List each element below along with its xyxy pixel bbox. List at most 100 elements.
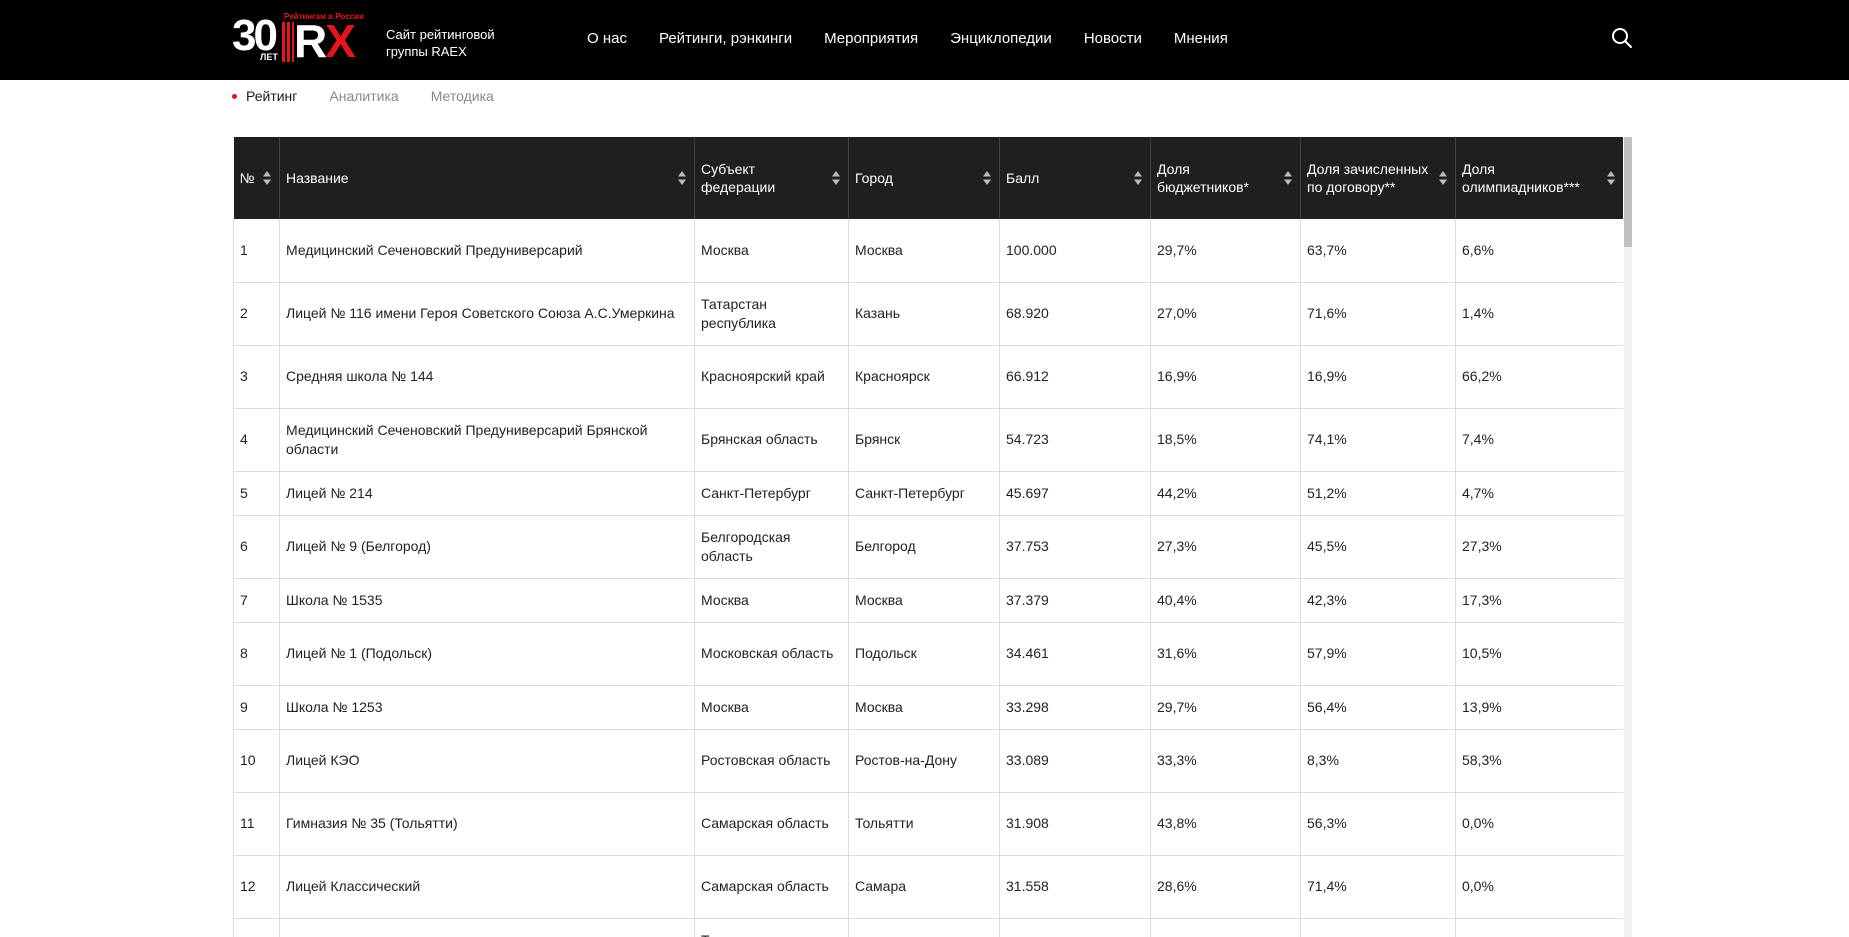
cell-num: 1 <box>233 219 280 283</box>
sort-arrows-icon[interactable] <box>832 171 840 185</box>
cell-olympiad-share: 10,5% <box>1455 622 1623 686</box>
tab-analytics[interactable]: Аналитика <box>329 88 398 104</box>
active-tab-dot <box>232 93 237 99</box>
nav-ratings[interactable]: Рейтинги, рэнкинги <box>659 30 792 47</box>
nav-encyclopedias[interactable]: Энциклопедии <box>950 30 1052 47</box>
sort-arrows-icon[interactable] <box>1439 171 1447 185</box>
cell-olympiad-share: 0,0% <box>1455 855 1623 919</box>
cell-contract-share: 45,0% <box>1300 918 1456 937</box>
main-nav: О нас Рейтинги, рэнкинги Мероприятия Энц… <box>587 0 1260 76</box>
cell-contract-share: 74,1% <box>1300 408 1456 472</box>
table-scrollbar[interactable] <box>1624 137 1632 937</box>
column-header-contract-share[interactable]: Доля зачисленных по договору** <box>1300 137 1456 219</box>
cell-budget-share: 44,2% <box>1150 471 1301 516</box>
cell-city: Тольятти <box>848 792 1000 856</box>
cell-budget-share: 29,7% <box>1150 685 1301 730</box>
cell-region: Брянская область <box>694 408 849 472</box>
cell-name[interactable]: Средняя школа № 144 <box>279 345 695 409</box>
sort-arrows-icon[interactable] <box>983 171 991 185</box>
cell-num: 11 <box>233 792 280 856</box>
nav-events[interactable]: Мероприятия <box>824 30 918 47</box>
cell-olympiad-share: 7,4% <box>1455 408 1623 472</box>
sort-arrows-icon[interactable] <box>263 171 271 185</box>
cell-name[interactable]: Медицинский Сеченовский Предуниверсарий … <box>279 408 695 472</box>
nav-about[interactable]: О нас <box>587 30 627 47</box>
tab-methodology[interactable]: Методика <box>431 88 494 104</box>
cell-num: 9 <box>233 685 280 730</box>
cell-score: 37.753 <box>999 515 1151 579</box>
raex-logo[interactable]: 30 ЛЕТ Рейтингам в России RX <box>232 12 382 67</box>
table-row: 8 Лицей № 1 (Подольск) Московская область П… <box>233 622 1623 686</box>
cell-name[interactable]: Медицинский Сеченовский Предуниверсарий <box>279 219 695 283</box>
cell-name[interactable]: Гимназия № 35 (Тольятти) <box>279 792 695 856</box>
cell-olympiad-share: 13,9% <box>1455 685 1623 730</box>
cell-score: 37.379 <box>999 578 1151 623</box>
cell-num: 2 <box>233 282 280 346</box>
cell-num: 10 <box>233 729 280 793</box>
column-header-num[interactable]: № <box>233 137 280 219</box>
cell-num: 4 <box>233 408 280 472</box>
column-header-name[interactable]: Название <box>279 137 695 219</box>
cell-region: Татарстан республика <box>694 918 849 937</box>
cell-score: 34.461 <box>999 622 1151 686</box>
cell-region: Самарская область <box>694 792 849 856</box>
table-row: 13СУНЦ IT-лицей КФУТатарстан республикаК… <box>233 918 1623 937</box>
logo-rx: RX <box>294 15 356 67</box>
table-row: 9 Школа № 1253 Москва Москва 33.298 29,7% 56,4… <box>233 685 1623 730</box>
sort-arrows-icon[interactable] <box>1284 171 1292 185</box>
cell-contract-share: 45,5% <box>1300 515 1456 579</box>
cell-name[interactable]: Лицей № 116 имени Героя Советского Союза… <box>279 282 695 346</box>
cell-contract-share: 42,3% <box>1300 578 1456 623</box>
cell-name[interactable]: СУНЦ IT-лицей КФУ <box>279 918 695 937</box>
cell-city: Казань <box>848 918 1000 937</box>
sort-arrows-icon[interactable] <box>1134 171 1142 185</box>
cell-city: Москва <box>848 685 1000 730</box>
column-header-score[interactable]: Балл <box>999 137 1151 219</box>
cell-score: 28.603 <box>999 918 1151 937</box>
cell-budget-share: 31,6% <box>1150 622 1301 686</box>
column-header-region[interactable]: Субъект федерации <box>694 137 849 219</box>
cell-city: Красноярск <box>848 345 1000 409</box>
table-row: 11 Гимназия № 35 (Тольятти) Самарская обла… <box>233 792 1623 856</box>
cell-olympiad-share: 17,3% <box>1455 578 1623 623</box>
cell-budget-share: 29,7% <box>1150 219 1301 283</box>
cell-city: Белгород <box>848 515 1000 579</box>
cell-region: Белгородская область <box>694 515 849 579</box>
cell-olympiad-share: 66,2% <box>1455 345 1623 409</box>
cell-num: 5 <box>233 471 280 516</box>
cell-name[interactable]: Лицей № 9 (Белгород) <box>279 515 695 579</box>
cell-contract-share: 63,7% <box>1300 219 1456 283</box>
column-header-budget-share[interactable]: Доля бюджетников* <box>1150 137 1301 219</box>
cell-contract-share: 71,6% <box>1300 282 1456 346</box>
cell-budget-share: 40,4% <box>1150 578 1301 623</box>
cell-name[interactable]: Лицей Классический <box>279 855 695 919</box>
nav-news[interactable]: Новости <box>1084 30 1142 47</box>
tab-rating[interactable]: Рейтинг <box>232 88 297 104</box>
column-header-olympiad-share[interactable]: Доля олимпиадников*** <box>1455 137 1623 219</box>
cell-num: 7 <box>233 578 280 623</box>
cell-contract-share: 71,4% <box>1300 855 1456 919</box>
cell-score: 33.089 <box>999 729 1151 793</box>
sort-arrows-icon[interactable] <box>678 171 686 185</box>
cell-budget-share: 43,8% <box>1150 792 1301 856</box>
cell-name[interactable]: Школа № 1535 <box>279 578 695 623</box>
top-navigation-bar: 30 ЛЕТ Рейтингам в России RX Сайт рейтин… <box>0 0 1849 80</box>
cell-region: Москва <box>694 685 849 730</box>
table-row: 5 Лицей № 214 Санкт-Петербург Санкт-Петербу… <box>233 471 1623 516</box>
cell-city: Подольск <box>848 622 1000 686</box>
table-row: 2 Лицей № 116 имени Героя Советского Союз… <box>233 282 1623 346</box>
cell-city: Самара <box>848 855 1000 919</box>
cell-name[interactable]: Лицей КЭО <box>279 729 695 793</box>
cell-name[interactable]: Лицей № 1 (Подольск) <box>279 622 695 686</box>
logo-rx-text: RX <box>294 15 356 67</box>
cell-name[interactable]: Лицей № 214 <box>279 471 695 516</box>
cell-region: Московская область <box>694 622 849 686</box>
cell-region: Москва <box>694 219 849 283</box>
column-header-city[interactable]: Город <box>848 137 1000 219</box>
scrollbar-thumb[interactable] <box>1624 137 1632 247</box>
cell-region: Ростовская область <box>694 729 849 793</box>
cell-name[interactable]: Школа № 1253 <box>279 685 695 730</box>
nav-opinions[interactable]: Мнения <box>1174 30 1228 47</box>
search-icon[interactable] <box>1610 26 1634 50</box>
sort-arrows-icon[interactable] <box>1607 171 1615 185</box>
